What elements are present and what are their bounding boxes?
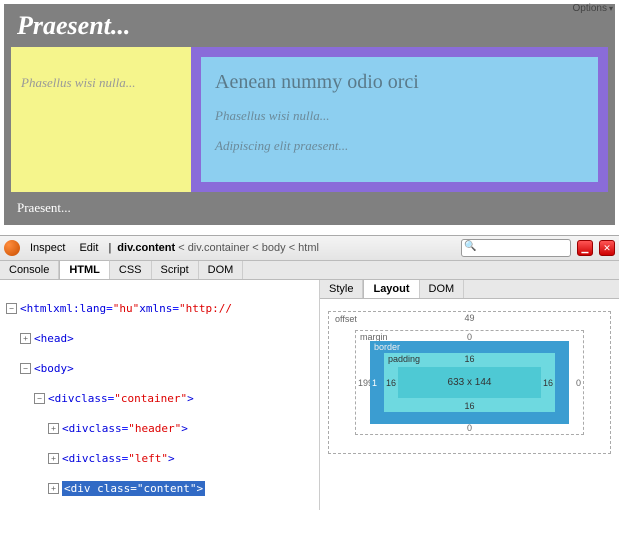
tab-html[interactable]: HTML xyxy=(59,260,110,279)
firebug-icon[interactable] xyxy=(4,240,20,256)
preview-row: Phasellus wisi nulla... Aenean nummy odi… xyxy=(5,47,614,192)
content-heading: Aenean nummy odio orci xyxy=(215,71,584,94)
devtools-toolbar: Inspect Edit | div.content < div.contain… xyxy=(0,236,619,261)
breadcrumb[interactable]: div.content < div.container < body < htm… xyxy=(117,242,319,254)
minimize-icon[interactable]: ▁ xyxy=(577,240,593,256)
collapse-icon[interactable]: − xyxy=(20,363,31,374)
side-panel: Style Layout DOM Options▾ offset 49 marg… xyxy=(319,280,619,510)
padding-top-value: 16 xyxy=(464,354,474,364)
tree-node-selected[interactable]: +<div class="content"> xyxy=(6,481,313,496)
expand-icon[interactable]: + xyxy=(48,423,59,434)
preview-footer: Praesent... xyxy=(5,192,614,224)
preview-content: Aenean nummy odio orci Phasellus wisi nu… xyxy=(191,47,608,192)
padding-label: padding xyxy=(388,354,420,364)
toolbar-separator: | xyxy=(108,242,111,254)
expand-icon[interactable]: + xyxy=(20,333,31,344)
box-padding: padding 16 16 16 16 633 x 144 xyxy=(384,353,555,412)
options-menu[interactable]: Options▾ xyxy=(573,3,613,14)
offset-label: offset xyxy=(335,314,357,324)
panels: −<html xml:lang="hu" xmlns="http:// +<he… xyxy=(0,280,619,510)
box-content-dimensions: 633 x 144 xyxy=(398,367,541,398)
main-tabs: Console HTML CSS Script DOM xyxy=(0,261,619,280)
border-label: border xyxy=(374,342,400,352)
close-icon[interactable]: ✕ xyxy=(599,240,615,256)
preview-left-column: Phasellus wisi nulla... xyxy=(11,47,191,192)
border-left-value: 1 xyxy=(372,378,377,388)
expand-icon[interactable]: + xyxy=(48,483,59,494)
offset-top-value: 49 xyxy=(464,313,474,323)
tab-dom[interactable]: DOM xyxy=(199,261,244,279)
padding-bottom-value: 16 xyxy=(464,401,474,411)
side-tabs: Style Layout DOM Options▾ xyxy=(320,280,619,299)
expand-icon[interactable]: + xyxy=(48,453,59,464)
chevron-down-icon: ▾ xyxy=(609,4,613,13)
tab-script[interactable]: Script xyxy=(152,261,199,279)
content-paragraph: Adipiscing elit praesent... xyxy=(215,138,584,154)
box-border: border 1 padding 16 16 16 16 633 x 144 xyxy=(370,341,569,424)
container: Praesent... Phasellus wisi nulla... Aene… xyxy=(4,4,615,225)
tab-layout[interactable]: Layout xyxy=(363,279,419,298)
page-preview: Praesent... Phasellus wisi nulla... Aene… xyxy=(0,0,619,229)
collapse-icon[interactable]: − xyxy=(6,303,17,314)
margin-right-value: 0 xyxy=(576,378,581,388)
box-model: offset 49 margin 0 199.190 0 0 border 1 … xyxy=(320,299,619,510)
preview-header: Praesent... xyxy=(5,5,614,47)
box-margin: margin 0 199.190 0 0 border 1 padding 16… xyxy=(355,330,584,435)
margin-bottom-value: 0 xyxy=(467,423,472,433)
collapse-icon[interactable]: − xyxy=(34,393,45,404)
padding-right-value: 16 xyxy=(543,378,553,388)
content-paragraph: Phasellus wisi nulla... xyxy=(215,108,584,124)
tab-console[interactable]: Console xyxy=(0,261,59,279)
devtools: Inspect Edit | div.content < div.contain… xyxy=(0,235,619,510)
tab-dom-side[interactable]: DOM xyxy=(420,280,465,298)
html-tree-panel[interactable]: −<html xml:lang="hu" xmlns="http:// +<he… xyxy=(0,280,319,510)
tab-style[interactable]: Style xyxy=(320,280,363,298)
search-input[interactable] xyxy=(461,239,571,257)
box-offset: offset 49 margin 0 199.190 0 0 border 1 … xyxy=(328,311,611,454)
inspect-button[interactable]: Inspect xyxy=(26,241,69,255)
padding-left-value: 16 xyxy=(386,378,396,388)
tab-css[interactable]: CSS xyxy=(110,261,152,279)
edit-button[interactable]: Edit xyxy=(75,241,102,255)
